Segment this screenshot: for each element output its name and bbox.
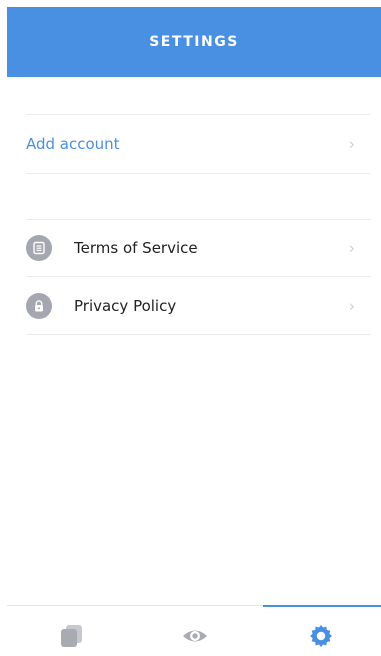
terms-of-service-label: Terms of Service: [74, 239, 198, 257]
pages-icon: [61, 625, 82, 647]
chevron-right-icon: ›: [348, 296, 355, 315]
settings-tab[interactable]: [303, 618, 339, 654]
lock-icon: [26, 292, 52, 319]
chevron-right-icon: ›: [348, 134, 355, 154]
page-title: SETTINGS: [149, 34, 239, 50]
privacy-policy-label: Privacy Policy: [74, 296, 177, 315]
terms-of-service-row[interactable]: Terms of Service ›: [26, 219, 371, 277]
chevron-right-icon: ›: [348, 238, 355, 258]
document-icon: [26, 235, 52, 261]
add-account-label: Add account: [26, 135, 120, 153]
header-bar: SETTINGS: [7, 7, 381, 77]
bottom-navigation: [7, 605, 381, 656]
eye-tab[interactable]: [177, 618, 213, 654]
add-account-row[interactable]: Add account ›: [26, 114, 371, 174]
eye-icon: [183, 630, 207, 642]
pages-tab[interactable]: [53, 618, 89, 654]
privacy-policy-row[interactable]: Privacy Policy ›: [26, 277, 371, 335]
active-tab-indicator: [263, 605, 381, 607]
gear-icon: [310, 625, 332, 647]
